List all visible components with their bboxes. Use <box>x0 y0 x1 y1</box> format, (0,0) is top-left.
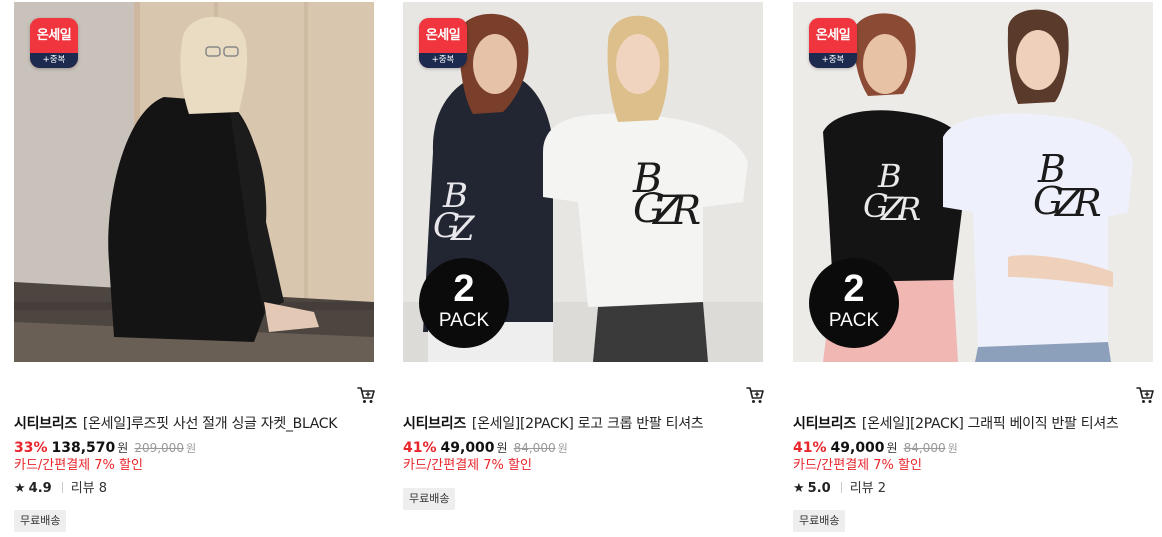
star-icon: ★ <box>793 481 805 496</box>
pack-label: PACK <box>828 310 880 331</box>
price-unit: 원 <box>496 441 508 455</box>
sale-price: 138,570 <box>51 440 116 456</box>
product-grid: 온세일 +중복 시티브리즈 [온세일]루즈핏 사선 절개 싱글 자켓_BLACK … <box>0 0 1162 537</box>
original-price: 84,000 <box>513 441 556 455</box>
pack-count: 2 <box>843 268 865 310</box>
rating-row: ★ 4.9 리뷰 8 <box>14 480 107 498</box>
onsale-badge-label: 온세일 <box>419 18 467 53</box>
rating-score: 5.0 <box>807 481 831 496</box>
onsale-badge-sub: +중복 <box>419 53 467 68</box>
original-price: 209,000 <box>134 441 184 455</box>
discount-rate: 33% <box>14 440 48 456</box>
card-discount-promo: 카드/간편결제 7% 할인 <box>793 458 922 473</box>
onsale-badge-sub: +중복 <box>30 53 78 68</box>
svg-text:R: R <box>896 190 921 228</box>
onsale-badge: 온세일 +중복 <box>809 18 857 68</box>
price-row: 41% 49,000 원 84,000 원 <box>793 438 958 459</box>
rating-score: 4.9 <box>28 481 52 496</box>
product-title[interactable]: 시티브리즈 [온세일][2PACK] 그래픽 베이직 반팔 티셔츠 <box>793 414 1162 434</box>
review-count[interactable]: 리뷰 2 <box>850 481 886 496</box>
product-name[interactable]: [온세일][2PACK] 그래픽 베이직 반팔 티셔츠 <box>862 416 1119 432</box>
original-price: 84,000 <box>903 441 946 455</box>
original-price-unit: 원 <box>557 442 568 455</box>
brand-name[interactable]: 시티브리즈 <box>403 416 466 432</box>
two-pack-badge: 2 PACK <box>419 258 509 348</box>
divider <box>61 482 63 493</box>
pack-count: 2 <box>453 268 475 310</box>
svg-text:R: R <box>670 188 701 234</box>
product-title[interactable]: 시티브리즈 [온세일][2PACK] 로고 크롭 반팔 티셔츠 <box>403 414 773 434</box>
star-icon: ★ <box>14 481 26 496</box>
cart-icon[interactable] <box>745 385 765 405</box>
price-row: 41% 49,000 원 84,000 원 <box>403 438 568 459</box>
discount-rate: 41% <box>793 440 827 456</box>
price-row: 33% 138,570 원 209,000 원 <box>14 438 196 459</box>
product-title[interactable]: 시티브리즈 [온세일]루즈핏 사선 절개 싱글 자켓_BLACK <box>14 414 384 434</box>
product-name[interactable]: [온세일]루즈핏 사선 절개 싱글 자켓_BLACK <box>83 416 338 432</box>
price-unit: 원 <box>886 441 898 455</box>
svg-text:Z: Z <box>450 209 476 249</box>
original-price-unit: 원 <box>185 442 197 455</box>
product-card[interactable]: 온세일 +중복 시티브리즈 [온세일]루즈핏 사선 절개 싱글 자켓_BLACK … <box>14 0 376 537</box>
svg-text:R: R <box>1072 181 1102 225</box>
product-card[interactable]: B G Z B G Z R 온세일 +중복 2 PACK 시티브리즈 [온세일]… <box>403 0 765 537</box>
brand-name[interactable]: 시티브리즈 <box>14 416 77 432</box>
pack-label: PACK <box>438 310 490 331</box>
free-shipping-tag: 무료배송 <box>403 488 456 510</box>
product-image[interactable]: B G Z B G Z R 온세일 +중복 2 PACK <box>403 2 763 362</box>
two-pack-badge: 2 PACK <box>809 258 899 348</box>
product-card[interactable]: B G Z R B G Z R 온세일 +중복 2 PACK 시티브리즈 [온세… <box>793 0 1155 537</box>
card-discount-promo: 카드/간편결제 7% 할인 <box>403 458 532 473</box>
rating-row: ★ 5.0 리뷰 2 <box>793 480 886 498</box>
brand-name[interactable]: 시티브리즈 <box>793 416 856 432</box>
cart-icon[interactable] <box>1135 385 1155 405</box>
onsale-badge-label: 온세일 <box>809 18 857 53</box>
onsale-badge-sub: +중복 <box>809 53 857 68</box>
onsale-badge: 온세일 +중복 <box>30 18 78 68</box>
free-shipping-tag: 무료배송 <box>14 510 67 532</box>
divider <box>840 482 842 493</box>
sale-price: 49,000 <box>440 440 495 456</box>
discount-rate: 41% <box>403 440 437 456</box>
review-count[interactable]: 리뷰 8 <box>71 481 107 496</box>
product-image[interactable]: 온세일 +중복 <box>14 2 374 362</box>
card-discount-promo: 카드/간편결제 7% 할인 <box>14 458 143 473</box>
price-unit: 원 <box>117 441 129 455</box>
onsale-badge: 온세일 +중복 <box>419 18 467 68</box>
sale-price: 49,000 <box>830 440 885 456</box>
cart-icon[interactable] <box>356 385 376 405</box>
product-name[interactable]: [온세일][2PACK] 로고 크롭 반팔 티셔츠 <box>472 416 704 432</box>
original-price-unit: 원 <box>947 442 958 455</box>
onsale-badge-label: 온세일 <box>30 18 78 53</box>
free-shipping-tag: 무료배송 <box>793 510 846 532</box>
product-image[interactable]: B G Z R B G Z R 온세일 +중복 2 PACK <box>793 2 1153 362</box>
